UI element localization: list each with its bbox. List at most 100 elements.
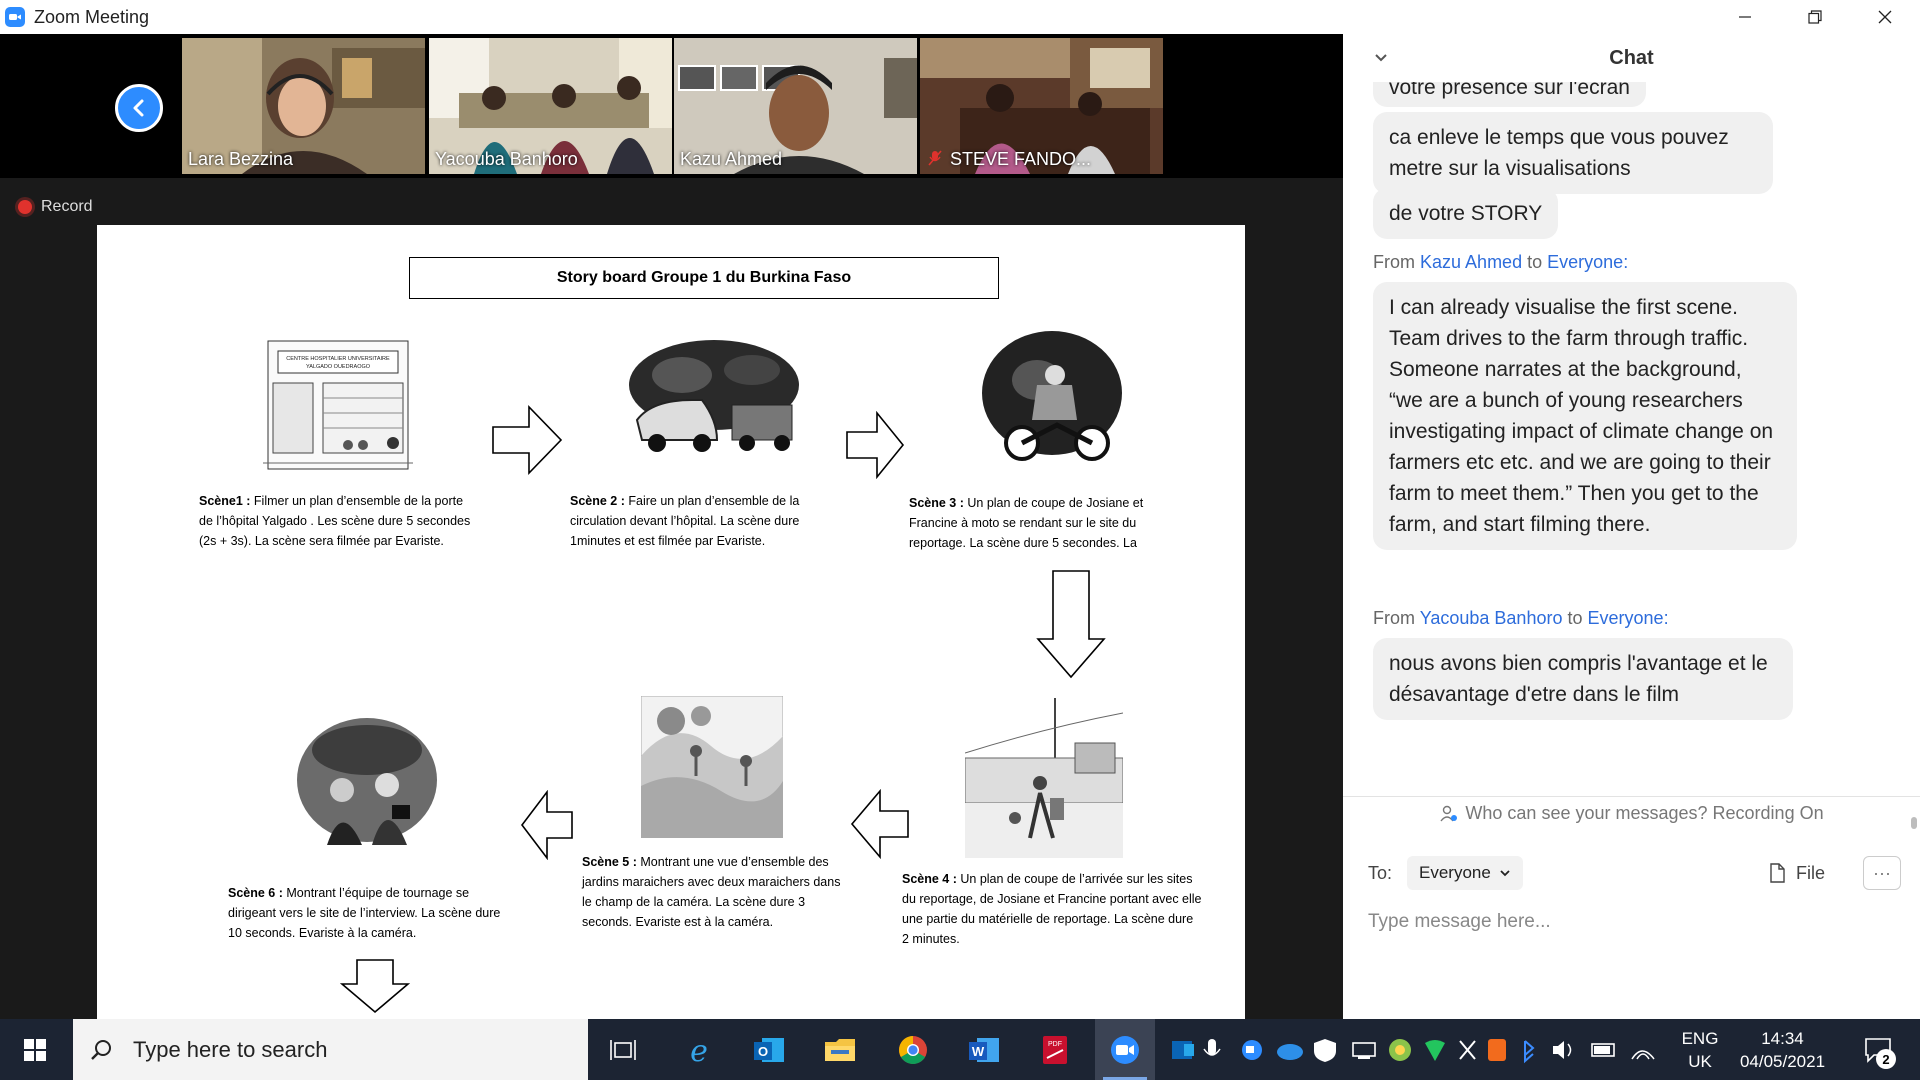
participant-name: Yacouba Banhoro [435, 149, 578, 169]
windows-taskbar: Type here to search e O W PDF ENG UK 14:… [0, 1019, 1920, 1080]
more-options-button[interactable]: ··· [1863, 856, 1901, 890]
scene-4-caption: Scène 4 : Un plan de coupe de l’arrivée … [902, 872, 1202, 946]
task-view-button[interactable] [593, 1019, 653, 1080]
recipient-name[interactable]: Everyone [1588, 608, 1664, 628]
scene-5-caption: Scène 5 : Montrant une vue d’ensemble de… [582, 855, 841, 929]
taskbar-file-explorer[interactable] [810, 1019, 870, 1080]
file-icon [1770, 863, 1785, 883]
chat-message: I can already visualise the first scene.… [1373, 282, 1797, 550]
close-icon [1878, 10, 1892, 24]
participant-name: Lara Bezzina [188, 149, 294, 169]
storyboard-title: Story board Groupe 1 du Burkina Faso [409, 257, 999, 299]
recipient-name[interactable]: Everyone [1547, 252, 1623, 272]
meeting-view: Lara Bezzina Yacouba Banhoro Kazu Ahmed … [0, 34, 1343, 1041]
pdf-icon: PDF [1043, 1035, 1067, 1064]
notification-count: 2 [1876, 1049, 1896, 1069]
message-input[interactable] [1368, 892, 1888, 952]
word-icon: W [969, 1037, 999, 1062]
svg-text:YALGADO OUEDRAOGO: YALGADO OUEDRAOGO [306, 364, 371, 370]
chevron-down-icon [1500, 870, 1510, 877]
folder-icon [825, 1038, 855, 1061]
tray-icons [1172, 1038, 1655, 1063]
taskbar-outlook[interactable]: O [739, 1019, 799, 1080]
scene-6-sketch [292, 710, 442, 855]
chat-title: Chat [1609, 46, 1654, 69]
recording-label: Record [41, 198, 93, 215]
taskbar-word[interactable]: W [954, 1019, 1014, 1080]
chat-panel: Chat votre presence sur l'ecran ca enlev… [1343, 34, 1920, 1019]
scene-3-caption: Scène 3 : Un plan de coupe de Josiane et… [909, 496, 1144, 550]
svg-text:PDF: PDF [1048, 1041, 1062, 1048]
message-sender-line: From Kazu Ahmed to Everyone: [1373, 252, 1629, 272]
svg-text:W: W [972, 1044, 985, 1059]
start-button[interactable] [0, 1019, 70, 1080]
minimize-icon [1739, 16, 1751, 18]
svg-text:O: O [758, 1044, 768, 1059]
scene-6-caption: Scène 6 : Montrant l’équipe de tournage … [228, 886, 501, 940]
scene-3-sketch [977, 325, 1127, 470]
restore-button[interactable] [1780, 0, 1850, 34]
search-placeholder: Type here to search [133, 1036, 328, 1062]
input-language[interactable]: ENG UK [1672, 1027, 1728, 1073]
sender-name[interactable]: Kazu Ahmed [1420, 252, 1522, 272]
scene-1-sketch: CENTRE HOSPITALIER UNIVERSITAIRE YALGADO… [263, 323, 413, 473]
scene-2-sketch [622, 325, 807, 465]
scene-2-caption: Scène 2 : Faire un plan d’ensemble de la… [570, 494, 800, 548]
participant-name: Kazu Ahmed [680, 149, 783, 169]
scene-4-sketch [965, 698, 1123, 858]
video-tile-2[interactable]: Yacouba Banhoro [429, 38, 672, 174]
taskbar-chrome[interactable] [883, 1019, 943, 1080]
shared-screen: Story board Groupe 1 du Burkina Faso CEN… [97, 225, 1245, 1041]
previous-page-button[interactable] [115, 84, 163, 132]
muted-mic-icon [928, 150, 942, 166]
chrome-icon [899, 1035, 927, 1064]
task-view-icon [610, 1039, 636, 1060]
arrow-down-icon [340, 959, 410, 1014]
arrow-left-icon [520, 790, 573, 860]
to-label: To: [1368, 862, 1393, 883]
arrow-down-icon [1036, 570, 1106, 679]
taskbar-search[interactable]: Type here to search [73, 1019, 588, 1080]
participant-strip: Lara Bezzina Yacouba Banhoro Kazu Ahmed … [0, 34, 1343, 178]
chevron-left-icon [133, 99, 144, 117]
video-tile-1[interactable]: Lara Bezzina [182, 38, 425, 174]
zoom-app-icon [5, 7, 25, 27]
close-button[interactable] [1850, 0, 1920, 34]
taskbar-edge[interactable]: e [669, 1019, 729, 1080]
people-icon [1440, 805, 1458, 821]
hospital-sign: CENTRE HOSPITALIER UNIVERSITAIRE [286, 356, 390, 362]
taskbar-pdf[interactable]: PDF [1025, 1019, 1085, 1080]
title-bar: Zoom Meeting [0, 0, 1920, 34]
recipient-select[interactable]: Everyone [1407, 856, 1523, 890]
arrow-right-icon [846, 411, 905, 479]
minimize-button[interactable] [1710, 0, 1780, 34]
recipient-row: To: Everyone [1368, 856, 1523, 890]
chat-message: ca enleve le temps que vous pouvez metre… [1373, 112, 1773, 194]
restore-icon [1808, 10, 1822, 24]
chat-message: de votre STORY [1373, 188, 1559, 239]
message-sender-line: From Yacouba Banhoro to Everyone: [1373, 608, 1669, 628]
video-tile-3[interactable]: Kazu Ahmed [674, 38, 917, 174]
recording-indicator[interactable]: Record [18, 198, 93, 216]
participant-name: STEVE FANDO... [950, 149, 1092, 169]
windows-logo-icon [24, 1038, 46, 1061]
record-dot-icon [18, 200, 32, 214]
chevron-down-icon[interactable] [1373, 50, 1389, 66]
outlook-icon: O [754, 1037, 784, 1062]
sender-name[interactable]: Yacouba Banhoro [1420, 608, 1563, 628]
system-tray [1170, 1019, 1670, 1080]
scene-1-caption: Scène1 : Filmer un plan d’ensemble de la… [199, 494, 471, 548]
internet-explorer-icon: e [690, 1034, 708, 1066]
privacy-notice[interactable]: Who can see your messages? Recording On [1343, 796, 1920, 830]
action-center-button[interactable]: 2 [1848, 1019, 1908, 1080]
taskbar-zoom[interactable] [1095, 1019, 1155, 1080]
zoom-icon [1111, 1035, 1139, 1064]
chat-message: votre presence sur l'ecran [1373, 82, 1646, 107]
message-list[interactable]: votre presence sur l'ecran ca enleve le … [1343, 82, 1920, 832]
video-tile-4[interactable]: STEVE FANDO... [920, 38, 1163, 174]
chat-header: Chat [1343, 34, 1920, 82]
file-button[interactable]: File [1768, 856, 1825, 890]
taskbar-clock[interactable]: 14:34 04/05/2021 [1730, 1027, 1835, 1073]
arrow-left-icon [850, 789, 909, 859]
scene-5-sketch [641, 696, 783, 838]
